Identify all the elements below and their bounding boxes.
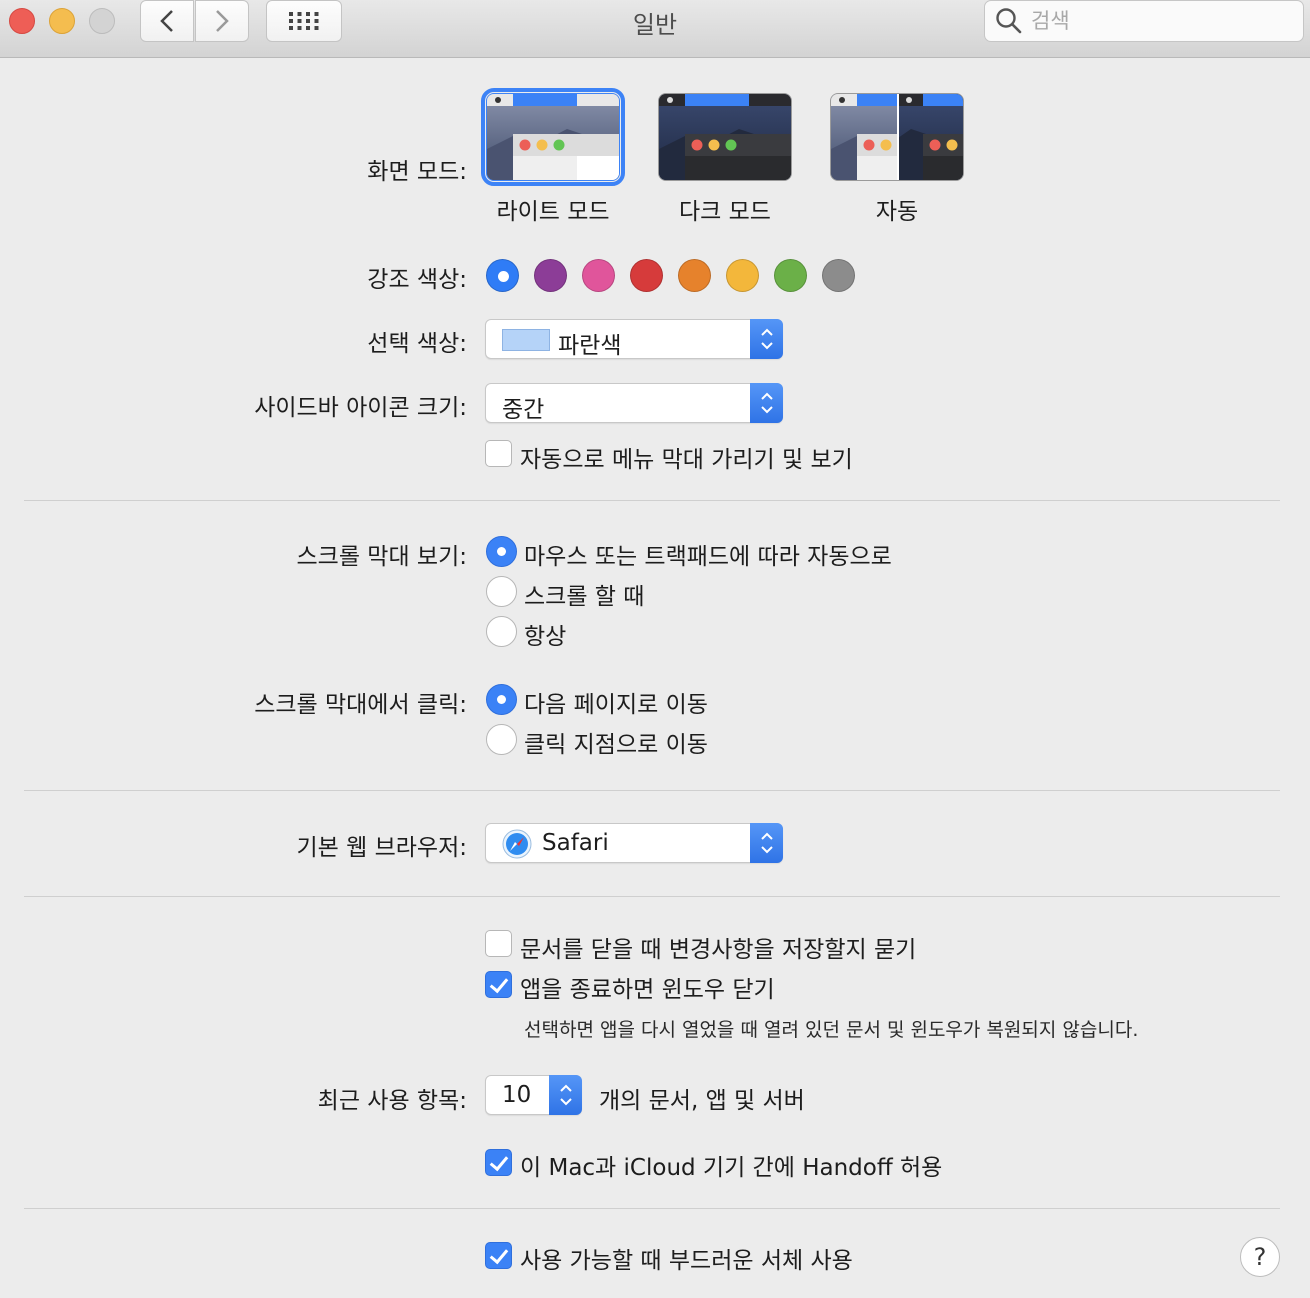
menubar-autohide-checkbox[interactable]: [485, 440, 512, 467]
close-windows-note: 선택하면 앱을 다시 열었을 때 열려 있던 문서 및 윈도우가 복원되지 않습…: [524, 1019, 1139, 1041]
scrollbars-auto-radio[interactable]: [486, 536, 517, 567]
title-bar: 일반: [0, 0, 1310, 58]
scrollbars-always-radio[interactable]: [486, 616, 517, 647]
accent-color-swatch-0[interactable]: [486, 259, 519, 292]
default-browser-value: Safari: [542, 830, 609, 856]
accent-color-swatch-4[interactable]: [678, 259, 711, 292]
accent-color-swatch-6[interactable]: [774, 259, 807, 292]
zoom-window-button[interactable]: [89, 8, 115, 34]
appearance-auto-label: 자동: [875, 199, 919, 225]
recent-items-value: 10: [502, 1082, 532, 1108]
scrollbars-label: 스크롤 막대 보기:: [296, 544, 468, 570]
forward-button[interactable]: [195, 0, 249, 42]
scrollbars-auto-label: 마우스 또는 트랙패드에 따라 자동으로: [524, 544, 892, 570]
ask-keep-changes-label: 문서를 닫을 때 변경사항을 저장할지 묻기: [520, 937, 917, 963]
help-button[interactable]: ?: [1240, 1237, 1280, 1277]
accent-color-label: 강조 색상:: [367, 267, 467, 293]
search-input[interactable]: [1031, 9, 1281, 33]
font-smoothing-checkbox[interactable]: [485, 1242, 512, 1269]
divider: [24, 790, 1280, 791]
chevron-left-icon: [160, 10, 173, 32]
handoff-label: 이 Mac과 iCloud 기기 간에 Handoff 허용: [520, 1155, 943, 1181]
scrollbars-when-scrolling-label: 스크롤 할 때: [524, 584, 645, 610]
recent-items-label: 최근 사용 항목:: [317, 1088, 467, 1114]
appearance-light-label: 라이트 모드: [496, 199, 610, 225]
highlight-color-swatch: [502, 329, 550, 351]
highlight-color-value: 파란색: [558, 333, 622, 359]
chevron-right-icon: [216, 10, 229, 32]
appearance-dark-label: 다크 모드: [679, 199, 771, 225]
sidebar-icon-size-popup[interactable]: 중간: [485, 383, 783, 423]
accent-color-swatch-3[interactable]: [630, 259, 663, 292]
sidebar-icon-size-label: 사이드바 아이콘 크기:: [254, 395, 467, 421]
window-title: 일반: [632, 11, 678, 39]
grid-icon: [289, 12, 319, 30]
accent-color-swatch-1[interactable]: [534, 259, 567, 292]
font-smoothing-label: 사용 가능할 때 부드러운 서체 사용: [520, 1248, 853, 1274]
divider: [24, 500, 1280, 501]
popup-arrows-icon: [750, 319, 783, 359]
close-window-button[interactable]: [9, 8, 35, 34]
search-field[interactable]: [984, 0, 1304, 42]
divider: [24, 896, 1280, 897]
divider: [24, 1208, 1280, 1209]
default-browser-label: 기본 웹 브라우저:: [296, 835, 468, 861]
show-all-button[interactable]: [266, 0, 342, 42]
safari-icon: [502, 829, 532, 859]
search-icon: [996, 8, 1022, 34]
scroll-click-next-page-label: 다음 페이지로 이동: [524, 692, 708, 718]
scroll-click-label: 스크롤 막대에서 클릭:: [254, 692, 467, 718]
back-button[interactable]: [140, 0, 194, 42]
accent-color-swatch-7[interactable]: [822, 259, 855, 292]
recent-items-popup[interactable]: 10: [485, 1075, 582, 1115]
ask-keep-changes-checkbox[interactable]: [485, 930, 512, 957]
scroll-click-next-page-radio[interactable]: [486, 684, 517, 715]
popup-arrows-icon: [549, 1075, 582, 1115]
appearance-label: 화면 모드:: [367, 159, 467, 185]
accent-color-swatch-5[interactable]: [726, 259, 759, 292]
scrollbars-when-scrolling-radio[interactable]: [486, 576, 517, 607]
accent-color-swatch-2[interactable]: [582, 259, 615, 292]
default-browser-popup[interactable]: Safari: [485, 823, 783, 863]
popup-arrows-icon: [750, 383, 783, 423]
appearance-dark-thumbnail[interactable]: [658, 93, 792, 181]
menubar-autohide-label: 자동으로 메뉴 막대 가리기 및 보기: [520, 447, 853, 473]
highlight-color-label: 선택 색상:: [367, 331, 467, 357]
scrollbars-always-label: 항상: [524, 624, 567, 650]
scroll-click-spot-label: 클릭 지점으로 이동: [524, 732, 708, 758]
popup-arrows-icon: [750, 823, 783, 863]
handoff-checkbox[interactable]: [485, 1149, 512, 1176]
highlight-color-popup[interactable]: 파란색: [485, 319, 783, 359]
appearance-auto-thumbnail[interactable]: [830, 93, 964, 181]
sidebar-icon-size-value: 중간: [502, 397, 545, 423]
close-windows-checkbox[interactable]: [485, 971, 512, 998]
appearance-light-thumbnail[interactable]: [481, 88, 625, 186]
close-windows-label: 앱을 종료하면 윈도우 닫기: [520, 977, 775, 1003]
scroll-click-spot-radio[interactable]: [486, 724, 517, 755]
recent-items-suffix: 개의 문서, 앱 및 서버: [599, 1088, 805, 1114]
minimize-window-button[interactable]: [49, 8, 75, 34]
